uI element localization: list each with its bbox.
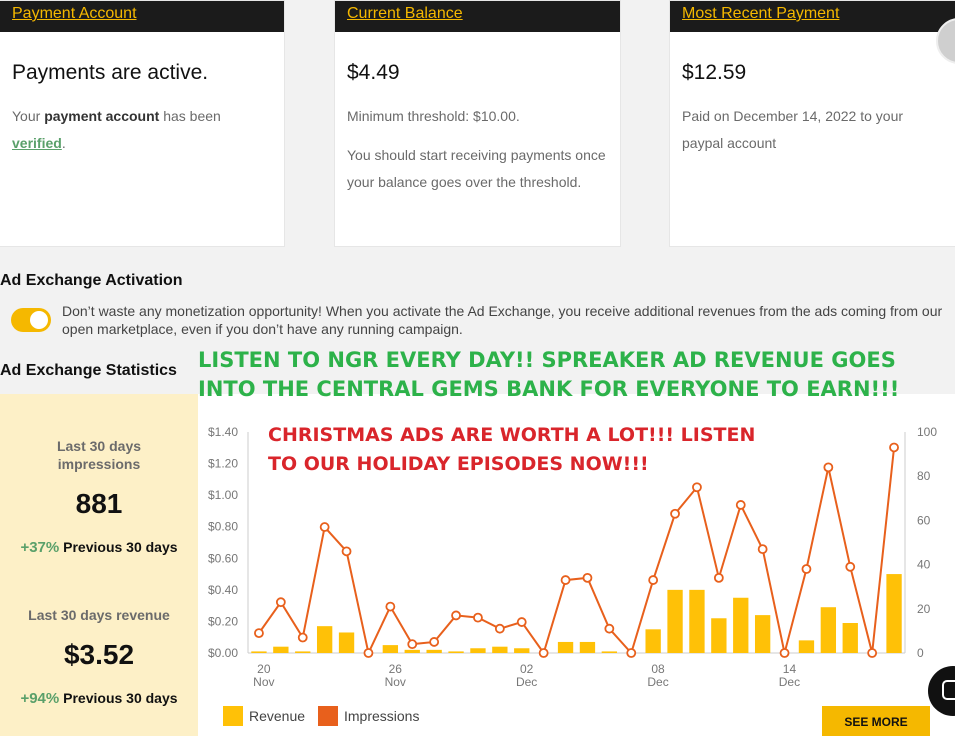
- x-tick-label-day: 26: [389, 662, 403, 676]
- impressions-point: [626, 648, 637, 658]
- revenue-bar: [295, 651, 311, 653]
- impressions-point: [516, 617, 527, 627]
- revenue-bar: [842, 623, 858, 653]
- revenue-bar: [645, 629, 661, 653]
- revenue-bar: [492, 646, 508, 653]
- impressions-point: [341, 546, 352, 557]
- impressions-point: [757, 544, 768, 555]
- impressions-point: [713, 572, 724, 583]
- revenue-bar: [514, 648, 530, 653]
- impressions-point: [494, 623, 505, 634]
- y-right-tick-label: 0: [917, 646, 924, 660]
- impressions-point: [648, 575, 659, 585]
- revenue-bar: [316, 626, 333, 653]
- revenue-bar: [382, 645, 399, 653]
- impressions-point: [473, 612, 483, 623]
- impressions-point: [297, 632, 308, 643]
- revenue-bar: [448, 651, 464, 653]
- x-tick-label-month: Nov: [385, 675, 406, 689]
- impressions-point: [779, 648, 790, 658]
- y-left-tick-label: $1.00: [208, 488, 238, 502]
- see-more-button[interactable]: SEE MORE: [822, 706, 930, 736]
- impressions-point: [385, 601, 396, 612]
- y-left-tick-label: $1.40: [208, 425, 238, 439]
- impressions-point: [407, 639, 418, 650]
- x-tick-label-day: 08: [651, 662, 665, 676]
- impressions-point: [560, 575, 571, 585]
- impressions-point: [254, 628, 264, 639]
- promo-text-red: CHRISTMAS ADS ARE WORTH A LOT!!! LISTEN …: [268, 424, 756, 475]
- legend-impressions[interactable]: Impressions: [318, 706, 419, 726]
- impressions-point: [889, 442, 899, 453]
- x-tick-label-day: 02: [520, 662, 534, 676]
- x-tick-label-month: Dec: [516, 675, 537, 689]
- promo-text-green: LISTEN TO NGR EVERY DAY!! SPREAKER AD RE…: [198, 348, 900, 401]
- revenue-bar: [273, 646, 289, 653]
- x-tick-label-month: Dec: [647, 675, 668, 689]
- y-right-tick-label: 80: [917, 469, 931, 483]
- y-left-tick-label: $0.20: [208, 614, 238, 628]
- impressions-point: [319, 522, 330, 532]
- revenue-bar: [667, 589, 683, 653]
- legend-revenue[interactable]: Revenue: [223, 706, 305, 726]
- revenue-bar: [711, 618, 727, 653]
- impressions-point: [582, 572, 593, 583]
- y-right-tick-label: 60: [917, 513, 931, 527]
- x-tick-label-month: Dec: [779, 675, 800, 689]
- legend-impressions-swatch: [318, 706, 338, 726]
- revenue-bar: [404, 649, 420, 653]
- y-right-tick-label: 20: [917, 602, 931, 616]
- impressions-point: [538, 648, 549, 658]
- impressions-point: [275, 597, 286, 608]
- impressions-point: [735, 500, 746, 510]
- revenue-bar: [601, 651, 618, 653]
- revenue-bar: [754, 615, 771, 653]
- revenue-bar: [470, 648, 486, 653]
- revenue-bar: [557, 641, 574, 653]
- revenue-bar: [820, 607, 837, 653]
- impressions-point: [604, 623, 615, 634]
- impressions-point: [692, 482, 702, 493]
- revenue-bar: [798, 640, 815, 653]
- impressions-point: [670, 508, 680, 519]
- y-left-tick-label: $0.80: [208, 520, 238, 534]
- impressions-point: [363, 648, 374, 658]
- revenue-bar: [579, 641, 596, 653]
- revenue-bar: [689, 589, 705, 653]
- y-left-tick-label: $0.40: [208, 583, 238, 597]
- revenue-bar: [426, 649, 442, 653]
- revenue-bar: [251, 651, 267, 653]
- y-left-tick-label: $0.60: [208, 551, 238, 565]
- x-tick-label-day: 14: [783, 662, 797, 676]
- revenue-bar: [886, 574, 902, 653]
- impressions-point: [801, 564, 812, 574]
- impressions-point: [429, 637, 440, 647]
- x-tick-label-month: Nov: [253, 675, 274, 689]
- y-left-tick-label: $0.00: [208, 646, 238, 660]
- impressions-point: [867, 648, 878, 658]
- x-tick-label-day: 20: [257, 662, 271, 676]
- impressions-point: [451, 610, 461, 621]
- y-right-tick-label: 100: [917, 425, 937, 439]
- revenue-bar: [338, 632, 355, 653]
- revenue-bar: [733, 597, 749, 653]
- y-left-tick-label: $1.20: [208, 457, 238, 471]
- impressions-point: [845, 561, 856, 572]
- legend-revenue-swatch: [223, 706, 243, 726]
- y-right-tick-label: 40: [917, 558, 931, 572]
